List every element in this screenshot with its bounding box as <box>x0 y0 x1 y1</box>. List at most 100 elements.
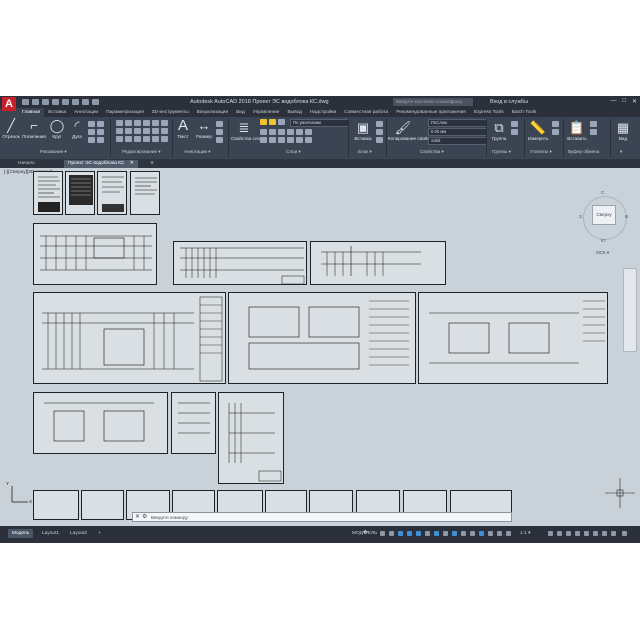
linetype-dropdown[interactable]: Solid <box>428 137 487 145</box>
fillet-icon[interactable] <box>134 128 141 134</box>
drawing-sheet[interactable] <box>228 292 416 384</box>
tab-model[interactable]: Модель <box>8 529 34 538</box>
layer-freeze-icon[interactable] <box>269 119 276 125</box>
tab-addins[interactable]: Надстройки <box>306 108 340 117</box>
save-icon[interactable] <box>42 99 49 105</box>
search-input[interactable]: Введите ключевое слово/фразу <box>393 98 473 106</box>
new-layout-button[interactable]: + <box>94 529 105 538</box>
polyline-button[interactable]: ⌐ Полилиния <box>22 119 46 140</box>
polar-icon[interactable] <box>407 531 412 536</box>
color-dropdown[interactable]: ПоСлою <box>428 119 487 127</box>
customization-menu-icon[interactable] <box>622 531 627 536</box>
tab-featured-apps[interactable]: Рекомендованные приложения <box>392 108 470 117</box>
lengthen-icon[interactable] <box>152 136 159 142</box>
copy-clip-icon[interactable] <box>590 129 597 135</box>
new-icon[interactable] <box>22 99 29 105</box>
drawing-sheet[interactable] <box>97 171 127 215</box>
drawing-area[interactable]: [-][Сверху][2D-каркас] Сверху С Ю З В МС… <box>0 168 640 526</box>
create-block-icon[interactable] <box>376 121 383 127</box>
rotate-icon[interactable] <box>125 120 132 126</box>
sign-in-button[interactable]: Вход в службы <box>490 99 528 105</box>
insert-block-button[interactable]: ▣ Вставка <box>350 121 376 142</box>
web-mobile-icon[interactable] <box>62 99 69 105</box>
align-icon[interactable] <box>161 136 168 142</box>
gizmo-icon[interactable] <box>488 531 493 536</box>
layer-copy-icon[interactable] <box>287 137 294 143</box>
drawing-sheet[interactable] <box>33 490 79 520</box>
view-button[interactable]: ▦ Вид <box>613 121 633 142</box>
close-tab-icon[interactable]: ✕ <box>130 161 134 166</box>
layer-unisolate-icon[interactable] <box>287 129 294 135</box>
paste-button[interactable]: 📋 Вставить <box>566 121 588 142</box>
extend-icon[interactable] <box>143 136 150 142</box>
ungroup-icon[interactable] <box>511 121 518 127</box>
drawing-sheet[interactable] <box>33 171 63 215</box>
edit-attributes-icon[interactable] <box>376 137 383 143</box>
annotation-monitor-icon[interactable] <box>557 531 562 536</box>
spline-icon[interactable] <box>88 137 95 143</box>
units-icon[interactable] <box>566 531 571 536</box>
redo-icon[interactable] <box>92 99 99 105</box>
groups-panel-title[interactable]: Группы ▾ <box>492 149 511 155</box>
layer-delete-icon[interactable] <box>305 137 312 143</box>
layer-on-icon[interactable] <box>260 119 267 125</box>
layer-lock-all-icon[interactable] <box>269 137 276 143</box>
cut-icon[interactable] <box>590 121 597 127</box>
close-command-icon[interactable]: ✕ <box>135 513 141 521</box>
maximize-button[interactable]: □ <box>622 98 626 105</box>
trim-icon[interactable] <box>134 120 141 126</box>
annotation-scale-dropdown[interactable]: 1:1 ▾ <box>520 529 530 538</box>
properties-panel-title[interactable]: Свойства ▾ <box>420 149 444 155</box>
drawing-sheet[interactable] <box>65 171 95 215</box>
minimize-button[interactable]: — <box>610 98 616 105</box>
hatch-icon[interactable] <box>97 121 104 127</box>
tab-manage[interactable]: Управление <box>249 108 284 117</box>
tab-visualize[interactable]: Визуализация <box>193 108 232 117</box>
drawing-sheet[interactable] <box>81 490 124 520</box>
isolate-objects-icon[interactable] <box>593 531 598 536</box>
scale-icon[interactable] <box>125 136 132 142</box>
layer-properties-button[interactable]: ≣ Свойства слоя <box>231 121 263 142</box>
view-panel-title[interactable]: ▾ <box>620 149 622 155</box>
ortho-icon[interactable] <box>398 531 403 536</box>
boundary-icon[interactable] <box>97 137 104 143</box>
clean-screen-icon[interactable] <box>611 531 616 536</box>
join-icon[interactable] <box>143 128 150 134</box>
layers-panel-title[interactable]: Слои ▾ <box>286 149 301 155</box>
command-line[interactable]: ✕ ⚙ Введите команду <box>132 512 512 522</box>
tab-layout2[interactable]: Layout2 <box>66 529 91 538</box>
layer-isolate-icon[interactable] <box>260 129 267 135</box>
open-icon[interactable] <box>32 99 39 105</box>
layer-previous-icon[interactable] <box>296 129 303 135</box>
modify-panel-title[interactable]: Редактирование ▾ <box>122 149 161 155</box>
layer-match-icon[interactable] <box>278 129 285 135</box>
chamfer-icon[interactable] <box>152 128 159 134</box>
dimension-button[interactable]: ↔ Размер <box>194 119 214 140</box>
annotation-panel-title[interactable]: Аннотации ▾ <box>184 149 211 155</box>
gradient-icon[interactable] <box>97 129 104 135</box>
array-icon[interactable] <box>134 136 141 142</box>
layer-unlock-icon[interactable] <box>278 137 285 143</box>
clipboard-panel-title[interactable]: Буфер обмена <box>568 149 599 154</box>
layer-thaw-icon[interactable] <box>260 137 267 143</box>
tab-collaborate[interactable]: Совместная работа <box>340 108 392 117</box>
3d-osnap-icon[interactable] <box>461 531 466 536</box>
workspace-gear-icon[interactable] <box>548 531 553 536</box>
lineweight-icon[interactable] <box>434 531 439 536</box>
text-button[interactable]: A Текст <box>174 118 192 139</box>
transparency-icon[interactable] <box>443 531 448 536</box>
auto-scale-icon[interactable] <box>506 531 511 536</box>
drawing-sheet[interactable] <box>33 223 157 285</box>
viewcube[interactable]: Сверху <box>592 205 616 225</box>
annotation-visibility-icon[interactable] <box>497 531 502 536</box>
measure-button[interactable]: 📏 Измерить <box>526 121 550 142</box>
tab-annotate[interactable]: Аннотации <box>70 108 102 117</box>
block-panel-title[interactable]: Блок ▾ <box>358 149 372 155</box>
drawing-sheet[interactable] <box>310 241 446 285</box>
quick-properties-icon[interactable] <box>575 531 580 536</box>
ellipse-icon[interactable] <box>88 129 95 135</box>
lineweight-dropdown[interactable]: 0.00 мм <box>428 128 487 136</box>
layer-merge-icon[interactable] <box>296 137 303 143</box>
osnap-icon[interactable] <box>416 531 421 536</box>
drawing-sheet[interactable] <box>218 392 284 484</box>
